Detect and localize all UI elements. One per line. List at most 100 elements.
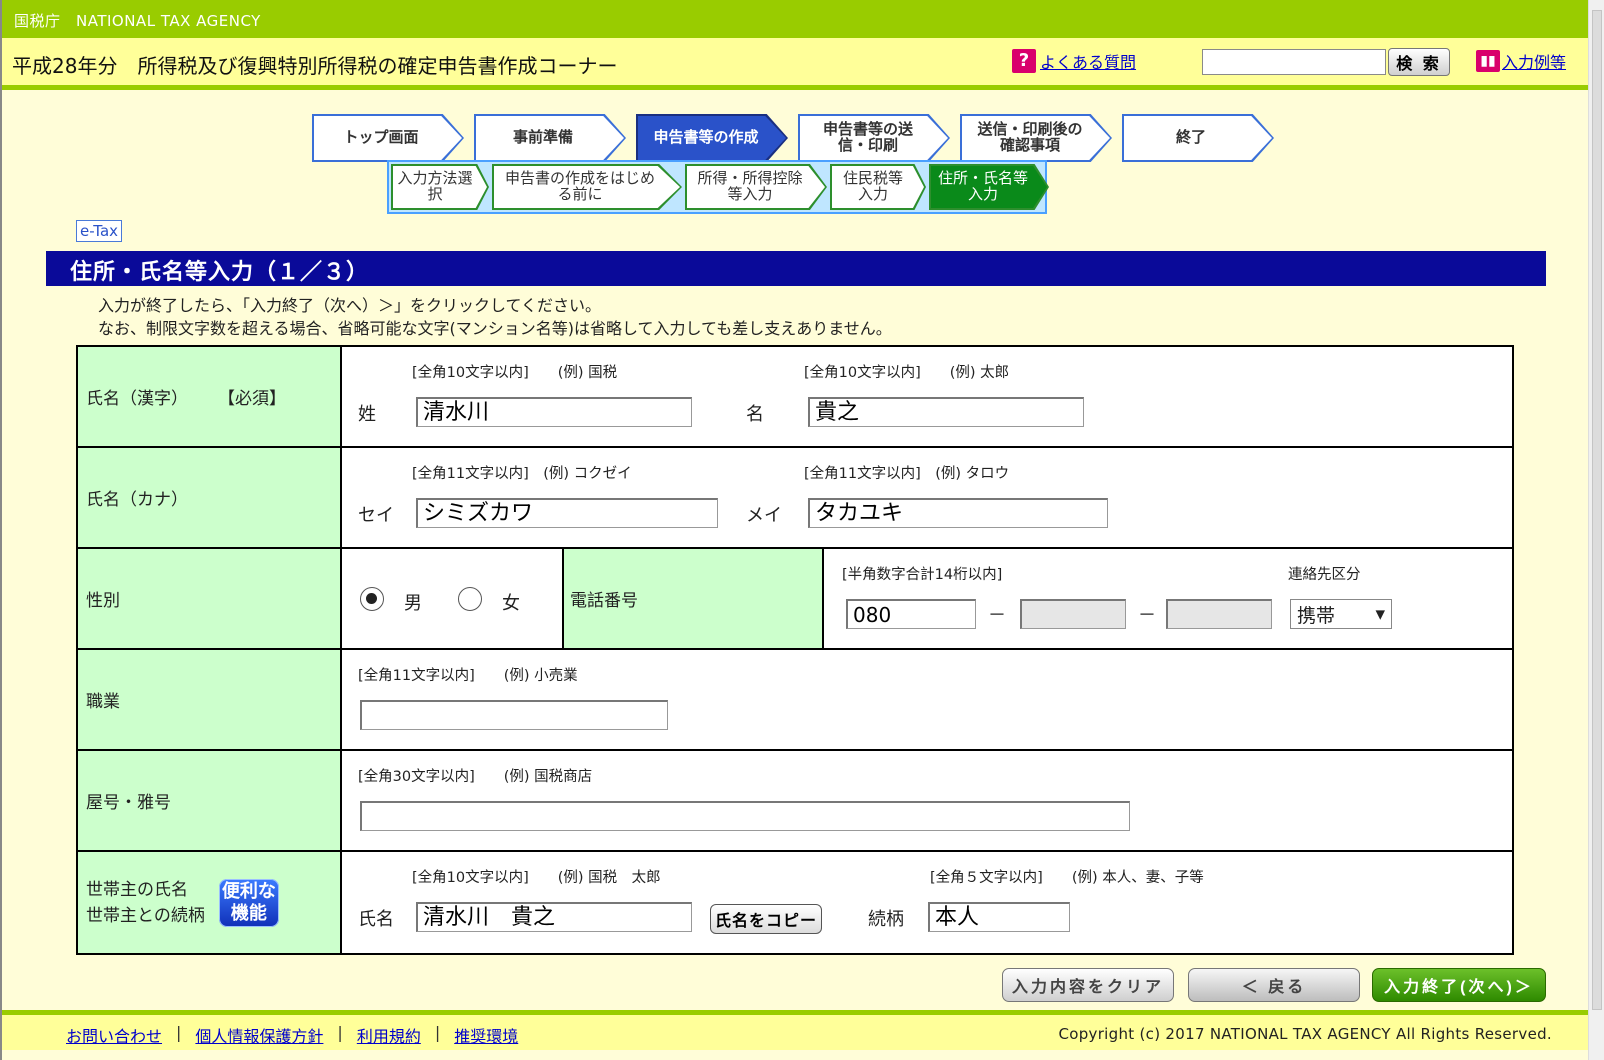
vertical-scrollbar[interactable] (1588, 0, 1604, 1060)
title-bar: 平成28年分 所得税及び復興特別所得税の確定申告書作成コーナー ? よくある質問… (2, 38, 1588, 90)
step-top: トップ画面 (312, 114, 464, 162)
step-preparation: 事前準備 (474, 114, 626, 162)
phone-dash: － (988, 605, 1006, 626)
scrollbar-thumb[interactable] (1592, 10, 1602, 1010)
substep-income-input: 所得・所得控除等入力 (685, 164, 827, 210)
occupation-hint: [全角11文字以内] (例) 小売業 (358, 668, 578, 684)
required-mark: 【必須】 (218, 389, 286, 409)
faq-link[interactable]: ? よくある質問 (1012, 49, 1136, 73)
row-occupation: 職業 [全角11文字以内] (例) 小売業 (78, 650, 1512, 751)
row-name-kanji: 氏名（漢字） 【必須】 [全角10文字以内] (例) 国税 [全角10文字以内]… (78, 347, 1512, 448)
name-kana-label: 氏名（カナ） (78, 448, 342, 547)
step-create: 申告書等の作成 (636, 114, 788, 162)
back-button[interactable]: ＜ 戻る (1188, 968, 1360, 1002)
mei-kana-input[interactable]: タカユキ (808, 498, 1108, 528)
browser-frame: 国税庁 NATIONAL TAX AGENCY 平成28年分 所得税及び復興特別… (0, 0, 1588, 1060)
sei-kana-hint: [全角11文字以内] (例) コクゼイ (412, 466, 632, 482)
householder-name-label: 世帯主の氏名 (86, 879, 188, 900)
trade-name-label: 屋号・雅号 (78, 751, 342, 850)
privacy-link[interactable]: 個人情報保護方針 (195, 1023, 323, 1047)
example-link-label[interactable]: 入力例等 (1502, 49, 1566, 73)
footer-separator: | (337, 1023, 343, 1042)
contact-type-value: 携帯 (1297, 604, 1336, 627)
footer-separator: | (176, 1023, 182, 1042)
step-finish: 終了 (1122, 114, 1274, 162)
householder-label: 世帯主の氏名 世帯主との続柄 便利な 機能 (78, 852, 342, 953)
copy-name-button[interactable]: 氏名をコピー (710, 904, 823, 934)
footer: お問い合わせ | 個人情報保護方針 | 利用規約 | 推奨環境 Copyrigh… (2, 1010, 1588, 1050)
example-link[interactable]: ▮▮ 入力例等 (1476, 49, 1566, 73)
relation-input[interactable]: 本人 (928, 902, 1070, 932)
search-button[interactable]: 検 索 (1388, 48, 1450, 76)
gender-female-label: 女 (502, 593, 520, 614)
name-kanji-label: 氏名（漢字） 【必須】 (78, 347, 342, 446)
instructions: 入力が終了したら、「入力終了（次へ）＞」をクリックしてください。 なお、制限文字… (98, 294, 892, 340)
sub-steps: 入力方法選択 申告書の作成をはじめる前に 所得・所得控除等入力 住民税等入力 住… (387, 160, 1049, 214)
terms-link[interactable]: 利用規約 (357, 1023, 421, 1047)
environment-link[interactable]: 推奨環境 (454, 1023, 518, 1047)
faq-link-label[interactable]: よくある質問 (1040, 49, 1136, 73)
footer-separator: | (434, 1023, 441, 1042)
gender-male-label: 男 (404, 593, 422, 614)
instruction-line: 入力が終了したら、「入力終了（次へ）＞」をクリックしてください。 (98, 296, 602, 315)
convenience-feature-icon[interactable]: 便利な 機能 (218, 878, 279, 927)
instruction-line: なお、制限文字数を超える場合、省略可能な文字(マンション名等)は省略して入力して… (98, 319, 892, 338)
clear-button[interactable]: 入力内容をクリア (1002, 968, 1174, 1002)
footer-links: お問い合わせ | 個人情報保護方針 | 利用規約 | 推奨環境 (66, 1023, 518, 1047)
householder-relation-label: 世帯主との続柄 (86, 905, 205, 926)
substep-before-start: 申告書の作成をはじめる前に (492, 164, 682, 210)
substep-address-name: 住所・氏名等入力 (929, 164, 1049, 210)
copyright: Copyright (c) 2017 NATIONAL TAX AGENCY A… (1058, 1025, 1552, 1043)
step-send-print: 申告書等の送信・印刷 (798, 114, 950, 162)
search-input[interactable] (1202, 49, 1386, 75)
substep-input-method: 入力方法選択 (391, 164, 489, 210)
householder-relation-hint: [全角５文字以内] (例) 本人、妻、子等 (930, 870, 1204, 886)
mei-kana-label: メイ (746, 505, 782, 526)
sei-kana-input[interactable]: シミズカワ (416, 498, 718, 528)
occupation-label: 職業 (78, 650, 342, 749)
relation-field-label: 続柄 (868, 909, 904, 930)
step-after-send: 送信・印刷後の確認事項 (960, 114, 1112, 162)
sei-hint: [全角10文字以内] (例) 国税 (412, 365, 618, 381)
page-title: 平成28年分 所得税及び復興特別所得税の確定申告書作成コーナー (12, 54, 618, 78)
agency-name: 国税庁 NATIONAL TAX AGENCY (14, 12, 261, 30)
row-gender-phone: 性別 男 女 電話番号 [半角数字合計14桁以内] 080 － 3424 － 0… (78, 549, 1512, 650)
phone-label: 電話番号 (562, 549, 824, 648)
gender-male-radio[interactable] (360, 587, 384, 611)
sei-label: 姓 (358, 404, 376, 425)
section-header: 住所・氏名等入力（１／３） (46, 251, 1546, 286)
mei-hint: [全角10文字以内] (例) 太郎 (804, 365, 1010, 381)
gender-label: 性別 (78, 549, 342, 648)
agency-bar: 国税庁 NATIONAL TAX AGENCY (2, 0, 1588, 38)
next-button[interactable]: 入力終了(次へ)＞ (1372, 968, 1546, 1002)
householder-name-input[interactable]: 清水川 貴之 (416, 902, 692, 932)
phone-part1-input[interactable]: 080 (846, 599, 976, 629)
address-name-form: 氏名（漢字） 【必須】 [全角10文字以内] (例) 国税 [全角10文字以内]… (76, 345, 1514, 955)
phone-hint: [半角数字合計14桁以内] (842, 567, 1003, 583)
etax-badge: e-Tax (76, 220, 123, 242)
householder-name-hint: [全角10文字以内] (例) 国税 太郎 (412, 870, 661, 886)
chevron-down-icon: ▾ (1375, 603, 1385, 625)
contact-type-select[interactable]: 携帯 ▾ (1290, 599, 1392, 629)
contact-type-label: 連絡先区分 (1288, 567, 1361, 583)
substep-resident-tax: 住民税等入力 (830, 164, 926, 210)
occupation-input[interactable] (360, 700, 668, 730)
row-householder: 世帯主の氏名 世帯主との続柄 便利な 機能 [全角10文字以内] (例) 国税 … (78, 852, 1512, 953)
phone-part3-input[interactable]: 0666 (1166, 599, 1272, 629)
contact-link[interactable]: お問い合わせ (66, 1023, 162, 1047)
book-icon: ▮▮ (1476, 50, 1500, 72)
mei-kana-hint: [全角11文字以内] (例) タロウ (804, 466, 1010, 482)
row-trade-name: 屋号・雅号 [全角30文字以内] (例) 国税商店 (78, 751, 1512, 852)
sei-kana-label: セイ (358, 505, 394, 526)
gender-female-radio[interactable] (458, 587, 482, 611)
phone-part2-input[interactable]: 3424 (1020, 599, 1126, 629)
trade-name-input[interactable] (360, 801, 1130, 831)
sei-kanji-input[interactable]: 清水川 (416, 397, 692, 427)
row-name-kana: 氏名（カナ） [全角11文字以内] (例) コクゼイ [全角11文字以内] (例… (78, 448, 1512, 549)
question-icon: ? (1012, 49, 1036, 73)
trade-name-hint: [全角30文字以内] (例) 国税商店 (358, 769, 593, 785)
householder-name-field-label: 氏名 (358, 909, 394, 930)
mei-kanji-input[interactable]: 貴之 (808, 397, 1084, 427)
phone-dash: － (1138, 605, 1156, 626)
mei-label: 名 (746, 404, 764, 425)
